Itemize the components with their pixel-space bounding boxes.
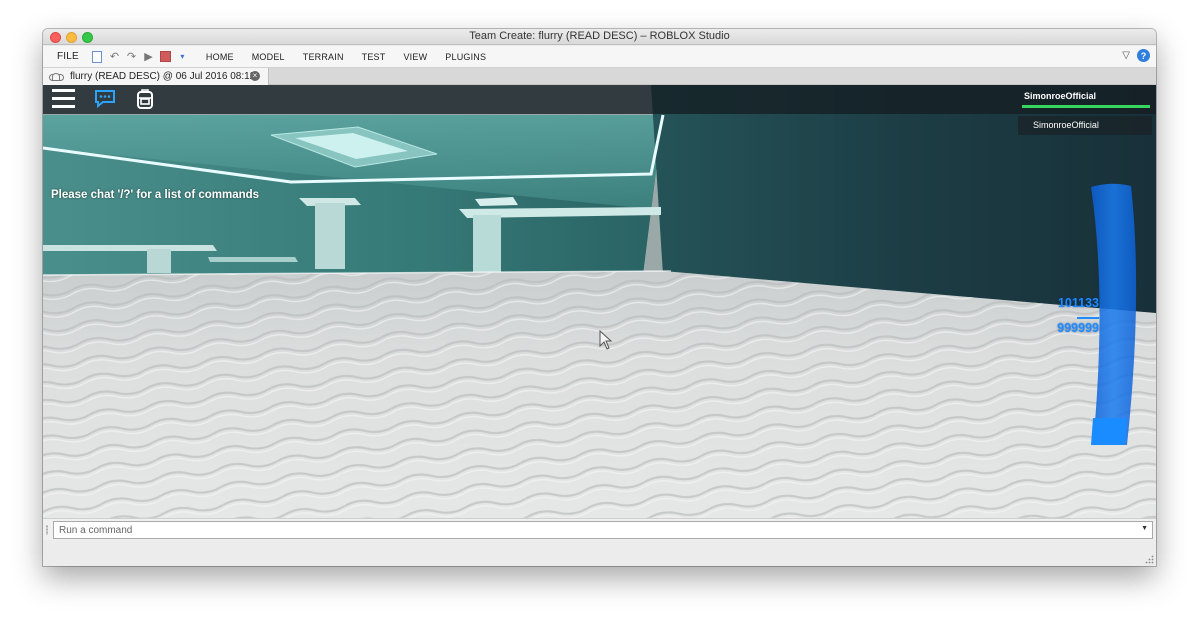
title-bar: Team Create: flurry (READ DESC) – ROBLOX…	[43, 29, 1156, 45]
command-bar-grip-icon[interactable]	[46, 525, 48, 535]
menu-home[interactable]: HOME	[197, 52, 243, 62]
menu-terrain[interactable]: TERRAIN	[294, 52, 353, 62]
scene-render	[43, 85, 1156, 518]
chat-icon[interactable]	[94, 89, 116, 109]
menu-model[interactable]: MODEL	[243, 52, 294, 62]
document-tab-bar: flurry (READ DESC) @ 06 Jul 2016 08:12 ×	[43, 68, 1156, 85]
stat-divider	[1077, 317, 1099, 319]
window-title: Team Create: flurry (READ DESC) – ROBLOX…	[469, 30, 730, 42]
stat-max-value: 999999	[1057, 321, 1099, 335]
collapse-ribbon-icon[interactable]: ▽	[1122, 50, 1130, 61]
chat-command-hint: Please chat '/?' for a list of commands	[51, 189, 260, 201]
player-list-item[interactable]: SimonroeOfficial	[1018, 116, 1152, 135]
status-bar	[43, 540, 1156, 566]
command-history-dropdown-icon[interactable]: ▼	[1141, 525, 1148, 532]
new-document-icon[interactable]	[91, 50, 104, 63]
redo-icon[interactable]: ↷	[125, 50, 138, 63]
game-topbar: SimonroeOfficial	[43, 85, 1156, 114]
document-tab-label: flurry (READ DESC) @ 06 Jul 2016 08:12	[70, 71, 256, 82]
ribbon-menubar: FILE ↶ ↷ ▶ ▾ HOME MODEL TERRAIN TEST VIE…	[43, 46, 1156, 68]
undo-icon[interactable]: ↶	[108, 50, 121, 63]
menu-file[interactable]: FILE	[43, 51, 91, 62]
menu-test[interactable]: TEST	[353, 52, 395, 62]
mouse-cursor-icon	[599, 329, 613, 355]
backpack-icon[interactable]	[136, 88, 154, 109]
help-icon[interactable]: ?	[1137, 49, 1150, 62]
play-icon[interactable]: ▶	[142, 50, 155, 63]
resize-grip-icon[interactable]	[1145, 555, 1154, 564]
stop-icon[interactable]	[159, 50, 172, 63]
command-input[interactable]	[53, 521, 1153, 539]
quick-access-toolbar: ↶ ↷ ▶ ▾	[91, 50, 189, 63]
studio-window: Team Create: flurry (READ DESC) – ROBLOX…	[43, 29, 1156, 566]
menu-view[interactable]: VIEW	[394, 52, 436, 62]
menubar-right-controls: ▽ ?	[1122, 49, 1150, 62]
stat-current-value: 101133	[1057, 296, 1099, 310]
menu-plugins[interactable]: PLUGINS	[436, 52, 495, 62]
game-viewport[interactable]: SimonroeOfficial SimonroeOfficial Please…	[43, 85, 1156, 518]
command-bar: ▼	[43, 518, 1156, 540]
hamburger-icon[interactable]	[52, 89, 75, 108]
close-tab-icon[interactable]: ×	[250, 71, 260, 81]
cloud-icon	[49, 72, 64, 81]
document-tab[interactable]: flurry (READ DESC) @ 06 Jul 2016 08:12 ×	[43, 68, 269, 85]
player-list-header: SimonroeOfficial	[1024, 91, 1097, 101]
player-health-bar	[1022, 105, 1150, 108]
quick-access-dropdown-icon[interactable]: ▾	[176, 50, 189, 63]
